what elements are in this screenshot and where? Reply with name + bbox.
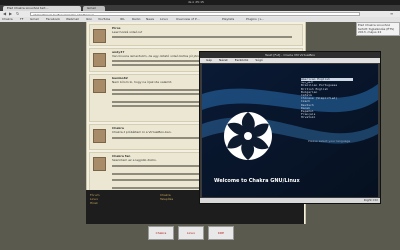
language-option[interactable]: Hrvatski: [301, 116, 353, 119]
avatar: [93, 29, 106, 43]
menu-icon[interactable]: ≡: [390, 11, 393, 16]
post-text: Van linuxos ismerősöm, de egy oktató vid…: [112, 54, 203, 58]
language-hint: Please select your language: [308, 139, 351, 143]
vm-display[interactable]: American English العربية Brazilian Portu…: [202, 64, 378, 197]
post-text-line: [112, 173, 202, 175]
footer-link[interactable]: Hírek: [90, 201, 100, 205]
vbox-menubar: Gép Nézet Eszközök Súgó: [200, 58, 380, 63]
post-text-line: [112, 105, 202, 107]
menu-item[interactable]: Nézet: [219, 58, 228, 62]
chakra-logo-icon: [224, 112, 272, 160]
avatar: [93, 53, 106, 67]
post-text-line: [112, 101, 202, 103]
post-text-line: [112, 187, 202, 189]
vbox-statusbar: Right Ctrl: [200, 198, 380, 203]
menu-item[interactable]: Eszközök: [235, 58, 249, 62]
forum-post: Piros Lesz hozzá videó is?: [89, 24, 303, 46]
back-icon[interactable]: ◀: [3, 11, 6, 16]
welcome-banner: Welcome to Chakra GNU/Linux: [214, 178, 300, 184]
post-text: Lesz hozzá videó is?: [112, 30, 143, 34]
avatar: [93, 129, 106, 143]
post-text: Chakra-t próbáltam ki a VirtualBox-ban.: [112, 130, 172, 134]
footer-link[interactable]: Telepítés: [160, 197, 173, 201]
notification-popup[interactable]: Első Chakra Linuxhoz tartott foglalkozás…: [356, 22, 400, 36]
footer-col-2: Chakra Telepítés: [160, 193, 173, 201]
post-text-line: [112, 36, 292, 38]
virtualbox-window: Teszt [Fut] - Oracle VM VirtualBox Gép N…: [199, 51, 381, 204]
language-menu: American English العربية Brazilian Portu…: [301, 77, 353, 130]
footer-col-1: Fórum Linux Hírek: [90, 193, 100, 205]
avatar: [93, 79, 106, 93]
post-text-line: [112, 165, 202, 167]
menu-item[interactable]: Gép: [206, 58, 212, 62]
avatar: [93, 157, 106, 171]
post-text-line: [112, 89, 202, 91]
forward-icon[interactable]: ▶: [9, 11, 12, 16]
sponsor-logo[interactable]: KDE: [208, 226, 234, 240]
post-text: Nem bírom ki, hogy ne írjak ide valamit.: [112, 80, 173, 84]
sponsor-logos: Chakra Linux KDE: [120, 226, 280, 240]
post-text-line: [112, 137, 202, 139]
reload-icon[interactable]: ↻: [16, 11, 19, 16]
sponsor-logo[interactable]: Chakra: [148, 226, 174, 240]
url-input[interactable]: chakraforum.hu/forum/index.php?topic=…: [30, 12, 360, 16]
post-text-line: [112, 93, 202, 95]
menu-item[interactable]: Súgó: [255, 58, 263, 62]
post-text-line: [112, 179, 202, 181]
post-text: Szerintem ez a legjobb distro.: [112, 158, 157, 162]
sponsor-logo[interactable]: Linux: [178, 226, 204, 240]
